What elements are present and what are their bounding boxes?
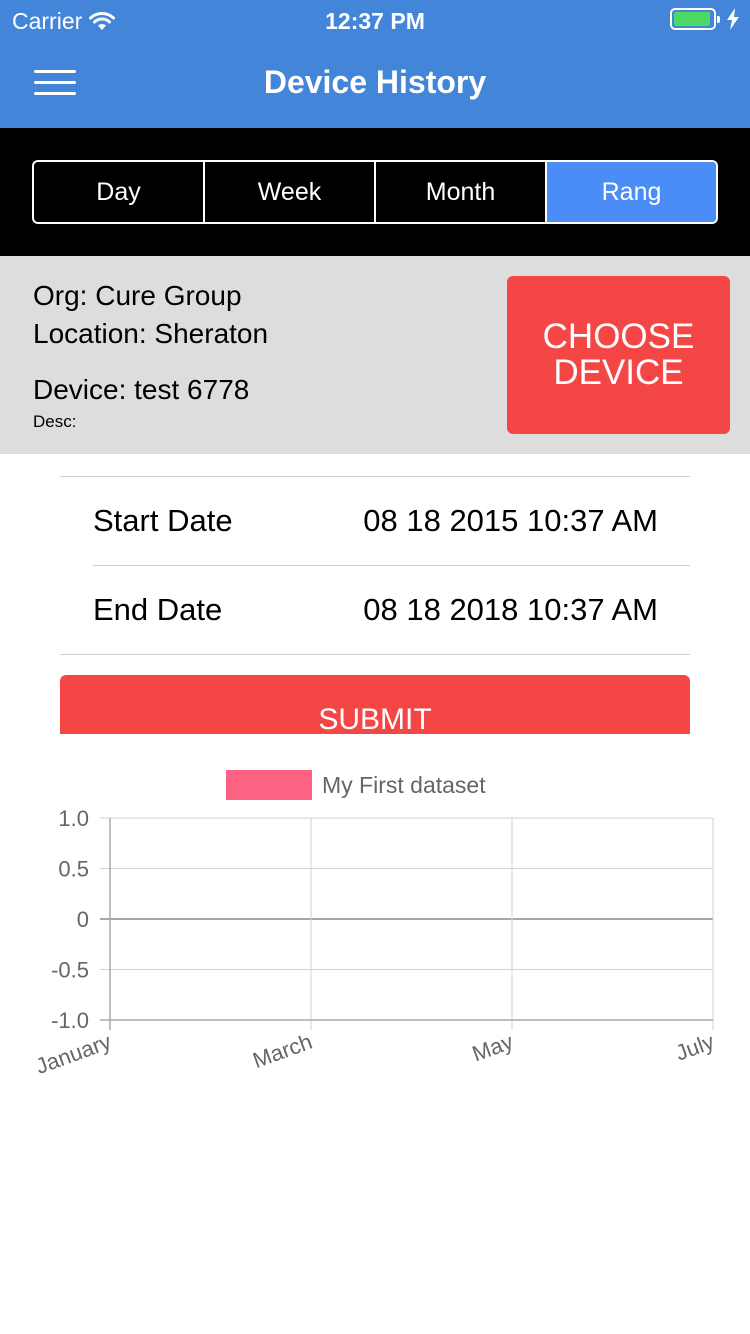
chart-grid <box>100 817 714 1030</box>
location-label: Location: Sheraton <box>33 318 269 349</box>
legend-swatch <box>226 770 312 800</box>
desc-label: Desc: <box>33 412 77 431</box>
segment-day[interactable]: Day <box>34 162 205 222</box>
segment-range[interactable]: Rang <box>547 162 716 222</box>
y-tick-label: 1.0 <box>58 806 89 831</box>
y-axis-ticks: 1.0 0.5 0 -0.5 -1.0 <box>51 806 89 1033</box>
x-tick-label: May <box>469 1029 517 1067</box>
start-date-value[interactable]: 08 18 2015 10:37 AM <box>363 503 658 539</box>
chart-legend: My First dataset <box>226 770 486 800</box>
device-label: Device: test 6778 <box>33 374 250 405</box>
y-tick-label: 0 <box>77 907 89 932</box>
status-bar: Carrier 12:37 PM <box>0 0 750 40</box>
x-axis-ticks: January March May July <box>32 1029 717 1079</box>
y-tick-label: 0.5 <box>58 857 89 882</box>
choose-device-label-line1: CHOOSE <box>542 317 695 356</box>
battery-indicator <box>670 8 740 30</box>
y-tick-label: -1.0 <box>51 1008 89 1033</box>
divider <box>93 565 690 566</box>
segment-month[interactable]: Month <box>376 162 547 222</box>
header-bar: Carrier 12:37 PM Device History <box>0 0 750 128</box>
x-tick-label: March <box>249 1029 315 1073</box>
org-label: Org: Cure Group <box>33 280 242 311</box>
legend-label: My First dataset <box>322 772 486 798</box>
history-chart: My First dataset 1.0 0.5 0 -0.5 -1.0 January… <box>32 770 717 1079</box>
start-date-label: Start Date <box>93 503 233 538</box>
range-segmented-control: Day Week Month Rang <box>32 160 718 224</box>
divider <box>60 654 690 655</box>
divider <box>60 476 690 477</box>
x-tick-label: January <box>32 1029 114 1079</box>
battery-icon <box>670 8 720 30</box>
charging-bolt-icon <box>727 8 739 30</box>
range-selector-bar: Day Week Month Rang <box>0 128 750 256</box>
end-date-value[interactable]: 08 18 2018 10:37 AM <box>363 592 658 628</box>
segment-week[interactable]: Week <box>205 162 376 222</box>
submit-button[interactable]: SUBMIT <box>60 675 690 734</box>
status-time: 12:37 PM <box>325 8 425 34</box>
end-date-label: End Date <box>93 592 223 627</box>
device-info-panel: Org: Cure Group Location: Sheraton Devic… <box>0 256 750 454</box>
x-tick-label: July <box>672 1029 717 1066</box>
navigation-bar: Device History <box>0 40 750 128</box>
page-title: Device History <box>263 64 487 100</box>
y-tick-label: -0.5 <box>51 958 89 983</box>
choose-device-button[interactable]: CHOOSE DEVICE <box>507 276 730 434</box>
choose-device-label-line2: DEVICE <box>553 353 684 392</box>
